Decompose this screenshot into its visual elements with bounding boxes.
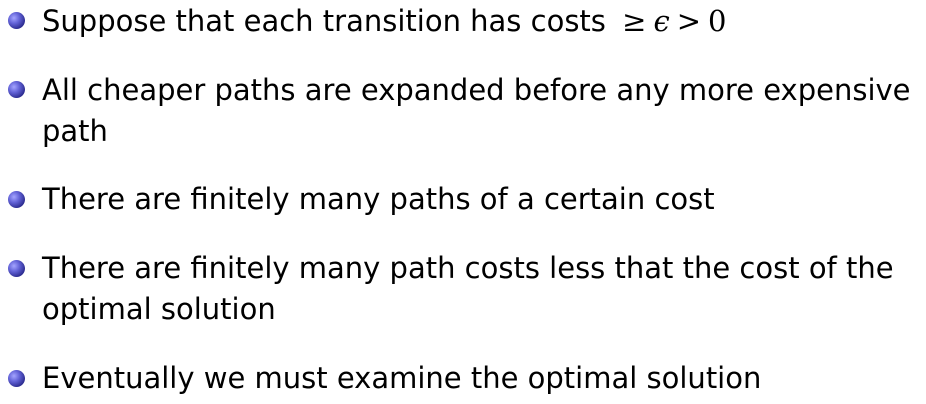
- bullet-icon: [8, 81, 25, 98]
- bullet-icon: [8, 370, 25, 387]
- bullet-text-line: path: [42, 114, 108, 148]
- math-symbol: ϵ: [653, 4, 670, 38]
- math-value: 0: [708, 4, 727, 38]
- bullet-text-line: There are finitely many path costs less …: [42, 251, 894, 285]
- bullet-text: Eventually we must examine the optimal s…: [42, 361, 762, 395]
- bullet-text-line: All cheaper paths are expanded before an…: [42, 73, 911, 107]
- bullet-text: Suppose that each transition has costs ≥…: [42, 2, 912, 40]
- bullet-text: There are finitely many path costs less …: [42, 249, 912, 328]
- bullet-icon: [8, 260, 25, 277]
- bullet-icon: [8, 12, 25, 29]
- bullet-text: There are finitely many paths of a certa…: [42, 182, 715, 216]
- slide: Suppose that each transition has costs ≥…: [0, 0, 926, 404]
- bullet-text-line: optimal solution: [42, 292, 276, 326]
- bullet-text-prefix: Suppose that each transition has costs: [42, 4, 616, 38]
- bullet-icon: [8, 191, 25, 208]
- math-relation: >: [676, 4, 702, 38]
- bullet-text: All cheaper paths are expanded before an…: [42, 71, 912, 150]
- math-relation: ≥: [622, 4, 647, 38]
- math-expression: ≥ ϵ >0: [615, 4, 726, 38]
